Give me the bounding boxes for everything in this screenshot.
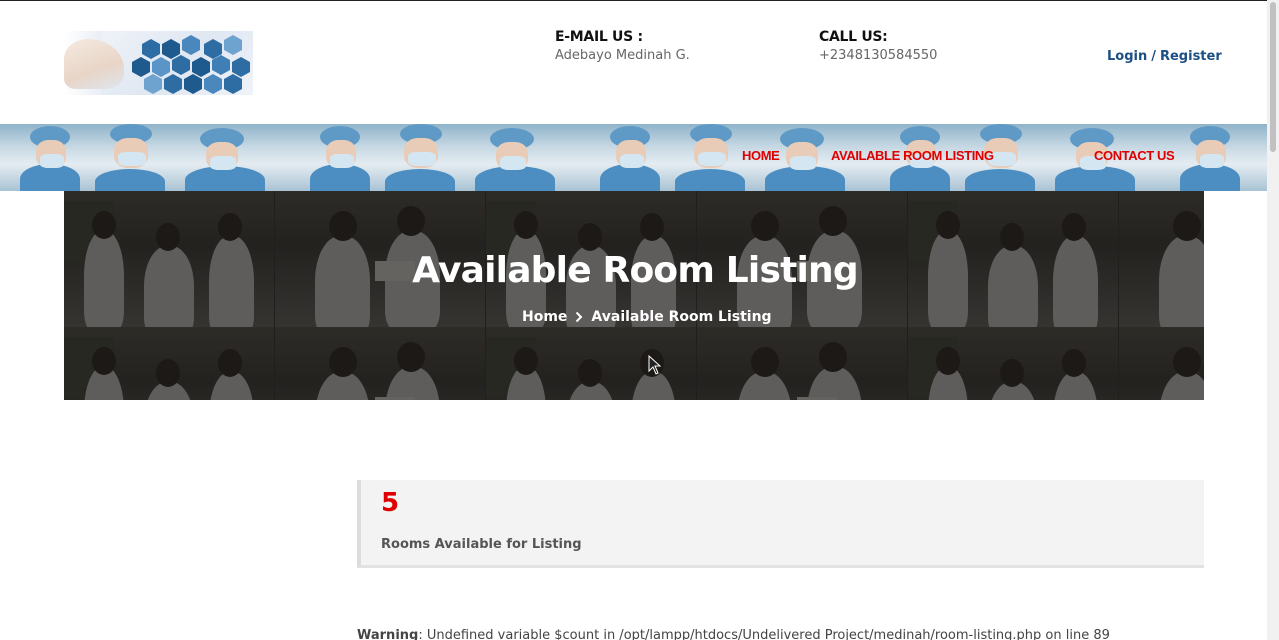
breadcrumb: Home Available Room Listing [522, 309, 772, 325]
rooms-available-label: Rooms Available for Listing [381, 537, 582, 552]
phone-value: +2348130584550 [819, 48, 938, 63]
surgeons-photo [290, 124, 580, 191]
phone-title: CALL US: [819, 29, 888, 45]
hero-dark-overlay [64, 191, 1204, 400]
warning-text: : Undefined variable $count in /opt/lamp… [418, 628, 1110, 640]
breadcrumb-home-link[interactable]: Home [522, 309, 567, 325]
page-title: Available Room Listing [412, 250, 858, 291]
page-scrollbar[interactable] [1267, 0, 1279, 640]
surgeons-photo [1160, 124, 1267, 191]
auth-separator: / [1151, 49, 1156, 64]
site-header: E-MAIL US : Adebayo Medinah G. CALL US: … [0, 1, 1267, 124]
register-link[interactable]: Register [1160, 49, 1222, 64]
scrollbar-thumb[interactable] [1270, 2, 1276, 152]
email-title: E-MAIL US : [555, 29, 643, 45]
warning-prefix: Warning [357, 628, 419, 640]
phone-contact: CALL US: +2348130584550 [819, 29, 937, 63]
rooms-available-count: 5 [381, 488, 400, 518]
surgeons-photo [580, 124, 870, 191]
breadcrumb-current: Available Room Listing [591, 309, 772, 325]
page-hero [64, 191, 1204, 400]
login-link[interactable]: Login [1107, 49, 1147, 64]
site-logo[interactable] [64, 31, 253, 95]
surgeons-photo [0, 124, 290, 191]
mouse-cursor-icon [648, 355, 662, 375]
nav-banner [0, 124, 1267, 191]
nav-available-room-listing[interactable]: AVAILABLE ROOM LISTING [831, 148, 994, 163]
auth-links: Login / Register [1107, 49, 1222, 64]
nav-contact-us[interactable]: CONTACT US [1094, 148, 1175, 163]
email-contact: E-MAIL US : Adebayo Medinah G. [555, 29, 690, 63]
chevron-right-icon [576, 311, 583, 323]
email-value: Adebayo Medinah G. [555, 48, 690, 63]
nav-home[interactable]: HOME [742, 148, 780, 163]
rooms-available-card: 5 Rooms Available for Listing [357, 480, 1204, 568]
php-warning-message: Warning: Undefined variable $count in /o… [357, 628, 1110, 640]
